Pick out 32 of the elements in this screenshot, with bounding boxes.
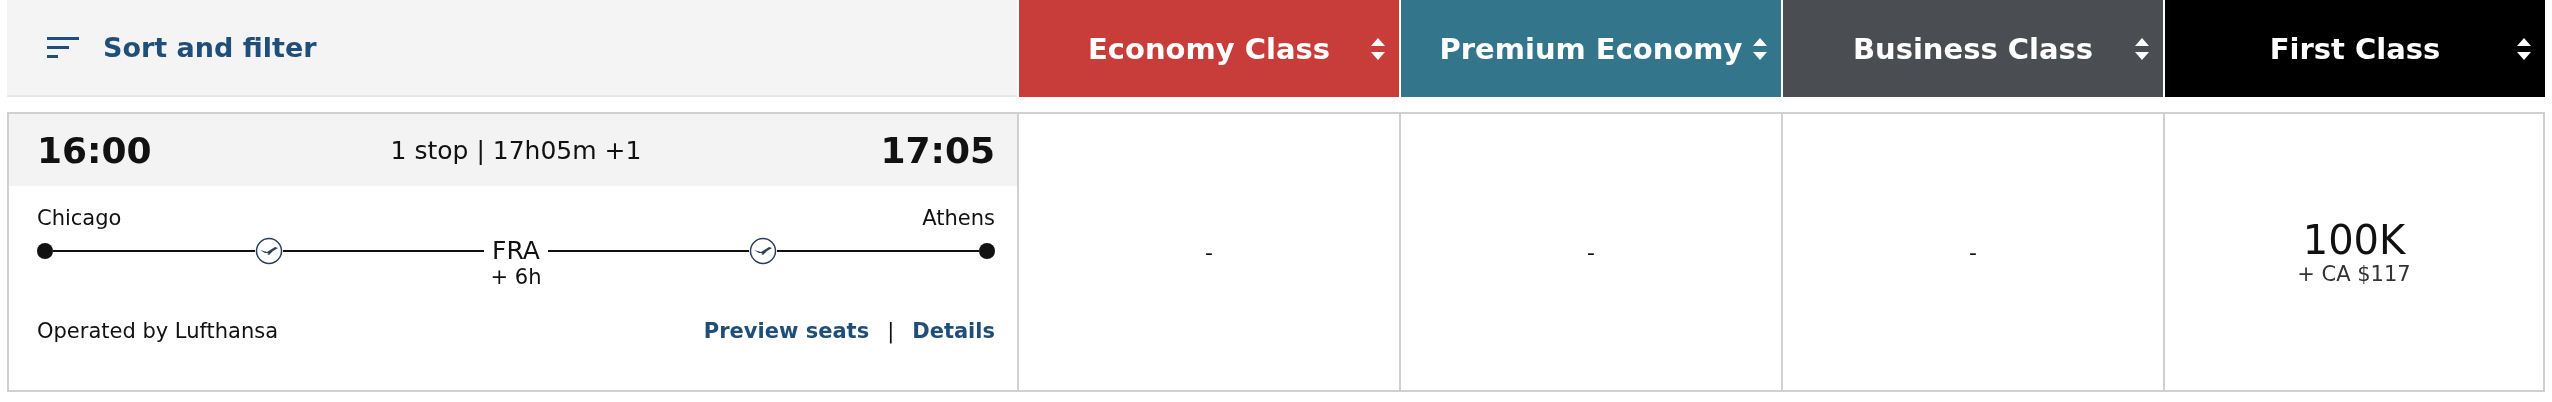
sort-filter-button[interactable]: Sort and filter	[103, 32, 317, 63]
fare-cell[interactable]: 100K + CA $117	[2163, 112, 2545, 392]
cabin-class-header[interactable]: First Class	[2165, 0, 2545, 97]
cabin-class-header[interactable]: Business Class	[1783, 0, 2163, 97]
layover-duration: + 6h	[489, 265, 543, 289]
sort-arrows-icon	[2135, 38, 2149, 60]
trip-summary: 1 stop | 17h05m +1	[390, 135, 642, 165]
sort-icon[interactable]	[47, 36, 79, 59]
operator-text: Operated by Lufthansa	[37, 319, 279, 343]
no-fare-text: -	[1969, 239, 1977, 265]
sort-arrows-icon	[2517, 38, 2531, 60]
no-fare-text: -	[1205, 239, 1213, 265]
fare-taxes: + CA $117	[2297, 262, 2411, 286]
bird-logo-icon	[254, 236, 283, 265]
departure-time: 16:00	[37, 129, 152, 171]
flight-link[interactable]: Details	[912, 319, 995, 343]
destination-city: Athens	[922, 206, 995, 230]
cabin-class-header[interactable]: Premium Economy	[1401, 0, 1781, 97]
stopover-airport: FRA	[491, 236, 541, 265]
fare-points: 100K	[2302, 218, 2406, 262]
flight-link[interactable]: Preview seats	[703, 319, 870, 343]
origin-city: Chicago	[37, 206, 122, 230]
arrival-time: 17:05	[880, 129, 995, 171]
fare-cell[interactable]: -	[1781, 112, 2163, 392]
sort-arrows-icon	[1371, 38, 1385, 60]
fare-cell[interactable]: -	[1017, 112, 1399, 392]
fare-cell[interactable]: -	[1399, 112, 1781, 392]
sort-arrows-icon	[1753, 38, 1767, 60]
cabin-class-header[interactable]: Economy Class	[1019, 0, 1399, 97]
bird-logo-icon	[749, 236, 778, 265]
link-separator: |	[887, 319, 895, 343]
no-fare-text: -	[1587, 239, 1595, 265]
